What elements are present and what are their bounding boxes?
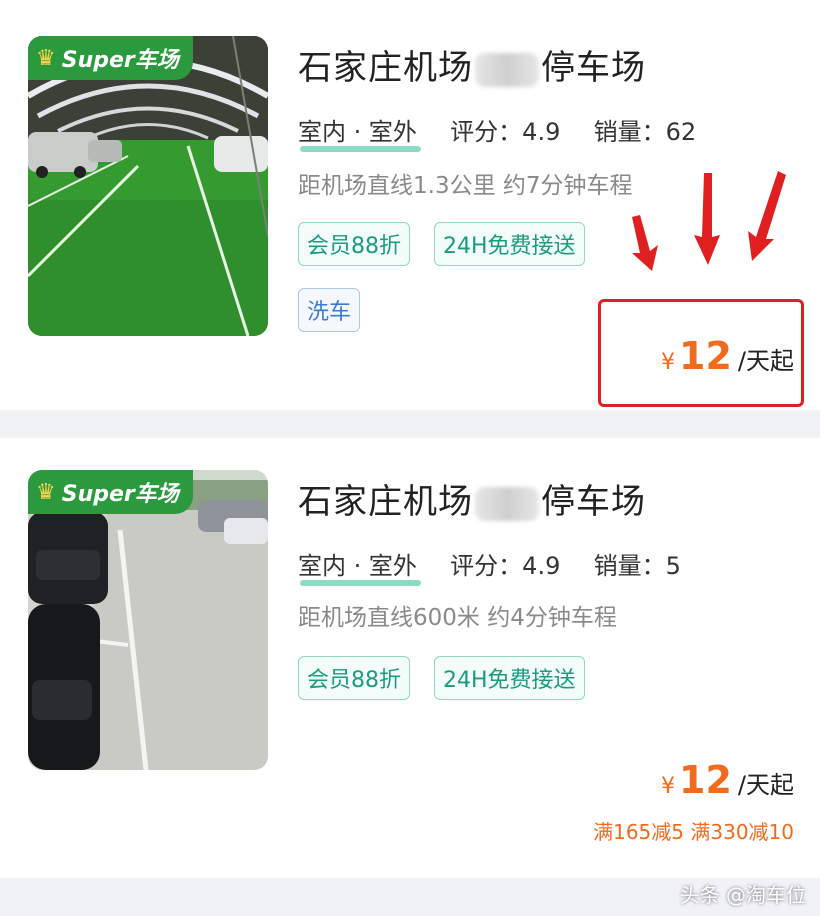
- price-amount: 12: [679, 334, 732, 378]
- crown-icon: ♛: [36, 45, 56, 71]
- parking-type: 室内 · 室外: [298, 118, 417, 146]
- currency-symbol: ¥: [661, 350, 676, 375]
- title-prefix: 石家庄机场: [298, 48, 473, 88]
- distance-info: 距机场直线1.3公里 约7分钟车程: [298, 173, 633, 199]
- price-unit: /天起: [737, 347, 794, 375]
- tag-car-wash: 洗车: [298, 288, 361, 332]
- annotation-arrows: [632, 171, 786, 271]
- listing-title[interactable]: 石家庄机场 停车场: [298, 474, 646, 523]
- sales-value: 62: [665, 118, 697, 146]
- indoor-parking-image: [28, 36, 268, 336]
- listing-title[interactable]: 石家庄机场 停车场: [298, 40, 646, 89]
- title-prefix: 石家庄机场: [298, 482, 473, 522]
- blurred-name: [475, 486, 539, 521]
- rating-value: 4.9: [522, 552, 561, 580]
- parking-listing-card[interactable]: ♛ Super车场 石家庄机场 停车场 室内 · 室外 评分：4.9 销量：62 …: [0, 0, 820, 410]
- parking-type: 室内 · 室外: [298, 552, 417, 580]
- super-parking-badge: ♛ Super车场: [28, 36, 193, 80]
- outdoor-parking-image: [28, 470, 268, 770]
- parking-lot-photo[interactable]: ♛ Super车场: [28, 470, 268, 770]
- badge-label: Super车场: [61, 482, 179, 507]
- blurred-name: [475, 52, 539, 87]
- distance-info: 距机场直线600米 约4分钟车程: [298, 605, 617, 631]
- listing-meta: 室内 · 室外 评分：4.9 销量：62: [298, 112, 696, 147]
- price-display: ¥12/天起: [661, 758, 794, 802]
- source-watermark: 头条 @淘车位: [679, 883, 806, 907]
- sales-label: 销量：: [593, 552, 666, 580]
- sales-label: 销量：: [593, 118, 666, 146]
- tag-member-discount: 会员88折: [298, 656, 410, 700]
- currency-symbol: ¥: [661, 774, 676, 799]
- rating-value: 4.9: [522, 118, 561, 146]
- super-parking-badge: ♛ Super车场: [28, 470, 193, 514]
- badge-label: Super车场: [61, 48, 179, 73]
- price-display: ¥12/天起: [661, 334, 794, 378]
- parking-listing-card[interactable]: ♛ Super车场 石家庄机场 停车场 室内 · 室外 评分：4.9 销量：5 距…: [0, 438, 820, 878]
- listing-meta: 室内 · 室外 评分：4.9 销量：5: [298, 546, 681, 581]
- title-suffix: 停车场: [541, 482, 646, 522]
- tag-free-shuttle: 24H免费接送: [434, 656, 585, 700]
- parking-lot-photo[interactable]: ♛ Super车场: [28, 36, 268, 336]
- price-unit: /天起: [737, 771, 794, 799]
- crown-icon: ♛: [36, 479, 56, 505]
- sales-value: 5: [665, 552, 681, 580]
- price-amount: 12: [679, 758, 732, 802]
- rating-label: 评分：: [450, 118, 523, 146]
- tag-member-discount: 会员88折: [298, 222, 410, 266]
- rating-label: 评分：: [450, 552, 523, 580]
- discount-offers: 满165减5 满330减10: [593, 820, 794, 844]
- title-suffix: 停车场: [541, 48, 646, 88]
- tag-free-shuttle: 24H免费接送: [434, 222, 585, 266]
